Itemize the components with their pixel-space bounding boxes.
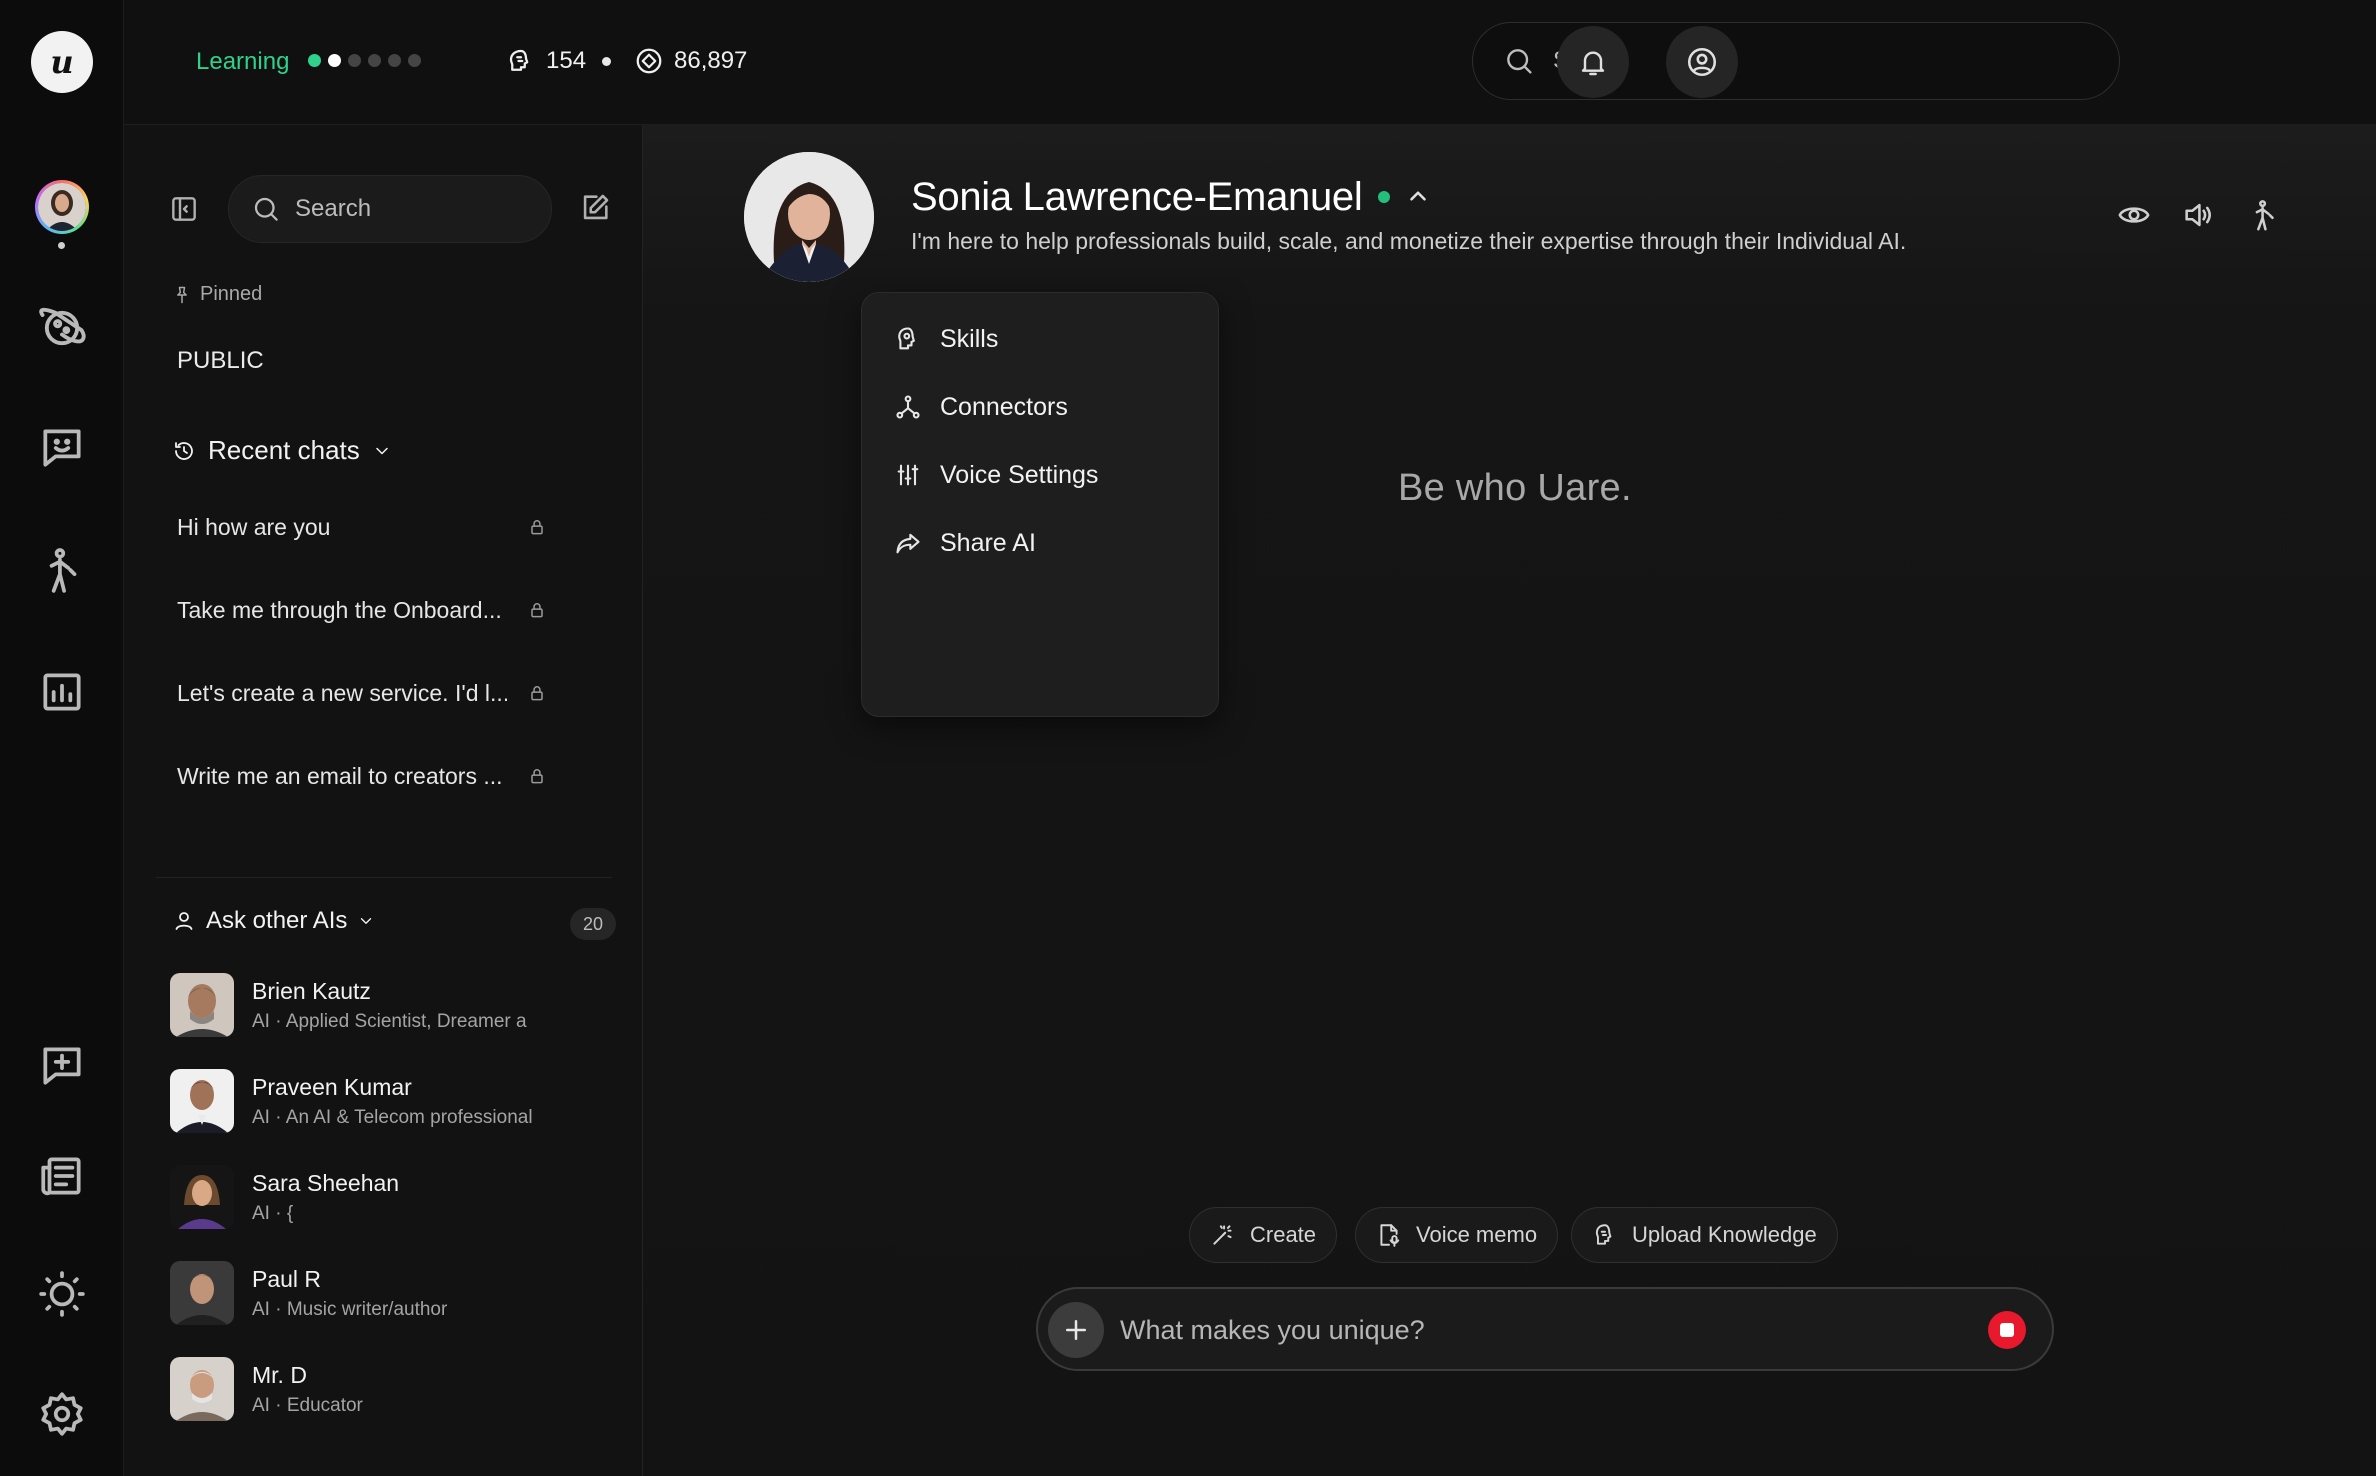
profile-description: I'm here to help professionals build, sc… [911,228,1907,254]
bell-icon [1581,51,1605,76]
brightness-icon[interactable] [32,1264,92,1324]
voice-memo-icon [1380,1224,1400,1247]
ai-person-item[interactable]: Paul R AI · Music writer/author [170,1258,610,1328]
recent-chats-toggle[interactable]: Recent chats [172,435,392,466]
sidebar-divider [156,877,612,878]
user-circle-icon [1687,47,1717,77]
recent-chat-item[interactable]: Hi how are you [177,502,547,552]
avatar [170,1165,234,1229]
agent-icon[interactable] [32,540,92,600]
news-icon[interactable] [32,1146,92,1206]
agent-icon[interactable] [2247,198,2281,232]
sidebar-search[interactable] [228,175,552,243]
message-composer [1036,1287,2054,1371]
ai-person-item[interactable]: Brien Kautz AI · Applied Scientist, Drea… [170,970,610,1040]
menu-item-connectors[interactable]: Connectors [862,373,1218,441]
nav-rail: u [0,0,124,1476]
lock-icon [531,769,543,784]
brain-icon [509,49,529,71]
search-icon [1507,49,1532,74]
avatar [170,1261,234,1325]
stat-separator [602,57,611,66]
ai-person-item[interactable]: Mr. D AI · Educator [170,1354,610,1424]
account-button[interactable] [1666,26,1738,98]
recent-chat-item[interactable]: Write me an email to creators ... [177,751,547,801]
lock-icon [531,686,543,701]
planet-icon[interactable] [32,298,92,358]
analytics-icon[interactable] [32,662,92,722]
avatar [170,1069,234,1133]
my-ai-avatar[interactable] [35,180,89,234]
speaker-icon[interactable] [2181,198,2215,232]
chat-smile-icon[interactable] [32,418,92,478]
search-icon [254,197,278,221]
notifications-button[interactable] [1557,26,1629,98]
compose-icon[interactable] [578,191,612,225]
pinned-item-public[interactable]: PUBLIC [177,347,264,375]
new-chat-icon[interactable] [32,1036,92,1096]
global-search-input[interactable] [1553,47,2093,75]
history-icon [175,441,193,460]
sidebar-toggle-icon[interactable] [168,193,200,225]
sliders-icon [897,464,919,486]
plus-icon [1066,1320,1086,1340]
attach-button[interactable] [1048,1302,1104,1358]
eye-icon[interactable] [2117,198,2151,232]
app-logo[interactable]: u [31,31,93,93]
connectors-icon [896,395,920,419]
chevron-down-icon [361,918,372,924]
avatar [170,1357,234,1421]
brain-stat: 154 [506,46,586,76]
message-input[interactable] [1120,1311,1940,1349]
main-panel: Sonia Lawrence-Emanuel I'm here to help … [643,125,2376,1476]
ai-person-item[interactable]: Praveen Kumar AI · An AI & Telecom profe… [170,1066,610,1136]
profile-avatar[interactable] [744,152,874,282]
avatar [170,973,234,1037]
pin-icon [177,286,187,303]
active-indicator [58,242,65,249]
profile-name: Sonia Lawrence-Emanuel [911,175,1363,219]
magic-wand-icon [1213,1225,1232,1245]
settings-icon[interactable] [32,1384,92,1444]
ask-count-badge: 20 [570,908,616,940]
brain-icon [898,327,915,350]
menu-item-share-ai[interactable]: Share AI [862,509,1218,577]
learning-label: Learning [196,48,290,75]
voice-memo-chip[interactable]: Voice memo [1355,1207,1559,1263]
pinned-section-label: Pinned [172,283,262,306]
user-icon [175,912,193,930]
chat-sidebar: Pinned PUBLIC Recent chats Hi how are yo… [124,125,643,1476]
tagline: Be who Uare. [1398,467,1632,509]
sidebar-search-input[interactable] [295,195,515,223]
profile-dropdown-menu: Skills Connectors Voice Settings Share A… [861,292,1219,717]
menu-item-skills[interactable]: Skills [862,305,1218,373]
share-icon [896,533,920,554]
chevron-up-icon[interactable] [1405,183,1431,209]
recent-chat-item[interactable]: Let's create a new service. I'd l... [177,668,547,718]
learning-progress [308,54,421,67]
token-icon [636,48,662,74]
brain-icon [1595,1224,1612,1245]
online-status-dot [1378,191,1390,203]
stop-icon [2000,1323,2014,1337]
token-count: 86,897 [674,47,748,74]
upload-knowledge-chip[interactable]: Upload Knowledge [1571,1207,1838,1263]
top-bar: Learning 154 86,897 [124,0,2376,125]
stop-recording-button[interactable] [1988,1311,2026,1349]
menu-item-voice-settings[interactable]: Voice Settings [862,441,1218,509]
lock-icon [531,520,543,535]
brain-count: 154 [546,47,587,74]
recent-chat-item[interactable]: Take me through the Onboard... [177,585,547,635]
token-stat: 86,897 [634,46,747,76]
ask-other-ais-toggle[interactable]: Ask other AIs [172,907,375,935]
create-chip[interactable]: Create [1189,1207,1338,1263]
lock-icon [531,603,543,618]
ai-person-item[interactable]: Sara Sheehan AI · { [170,1162,610,1232]
chevron-down-icon [376,447,388,454]
